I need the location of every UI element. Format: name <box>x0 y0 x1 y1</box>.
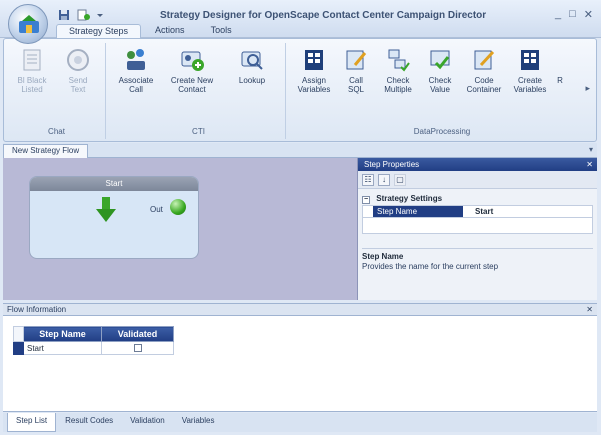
lookup-icon <box>241 51 263 70</box>
step-properties-panel: Step Properties ✕ ☷ ↓ ▢ − Strategy Setti… <box>358 158 597 300</box>
property-value[interactable]: Start <box>463 206 592 217</box>
close-flow-info-icon[interactable]: ✕ <box>586 304 593 315</box>
tab-actions[interactable]: Actions <box>143 24 197 38</box>
lookup-button[interactable]: Lookup <box>230 47 274 85</box>
create-variables-button[interactable]: Create Variables <box>508 47 552 94</box>
out-connector-icon[interactable] <box>170 199 186 215</box>
minimize-button[interactable]: _ <box>555 8 561 21</box>
flow-information-title: Flow Information <box>7 305 67 314</box>
group-label-chat: Chat <box>48 127 65 136</box>
property-key: Step Name <box>373 206 463 217</box>
flow-information-header: Flow Information ✕ <box>3 303 597 316</box>
tab-step-list[interactable]: Step List <box>7 413 57 432</box>
step-node-title: Start <box>30 177 198 191</box>
step-properties-title: Step Properties <box>364 160 420 169</box>
quick-access-toolbar <box>58 9 104 23</box>
ribbon: Bl Black Listed Send Text Chat Associate… <box>3 38 597 142</box>
row-selector[interactable] <box>13 341 24 355</box>
create-contact-icon <box>181 51 204 71</box>
save-icon[interactable] <box>58 9 70 23</box>
tab-new-strategy-flow[interactable]: New Strategy Flow <box>3 144 89 158</box>
group-label-dataprocessing: DataProcessing <box>413 127 471 136</box>
ribbon-group-chat: Bl Black Listed Send Text Chat <box>8 43 106 139</box>
step-out-label: Out <box>150 205 163 214</box>
application-button[interactable] <box>8 4 48 44</box>
category-strategy-settings[interactable]: − Strategy Settings <box>362 193 593 205</box>
check-multiple-button[interactable]: Check Multiple <box>376 47 420 94</box>
description-title: Step Name <box>362 252 404 261</box>
cell-step-name[interactable]: Start <box>23 341 102 355</box>
grid-corner <box>13 326 24 342</box>
ribbon-group-cti: Associate Call Create New Contact Lookup… <box>112 43 286 139</box>
property-description: Step Name Provides the name for the curr… <box>362 248 593 296</box>
ribbon-scroll-icon[interactable]: ▸ <box>585 83 590 94</box>
code-container-button[interactable]: Code Container <box>462 47 506 94</box>
close-button[interactable]: ✕ <box>584 8 593 21</box>
cell-validated[interactable] <box>101 341 174 355</box>
tab-result-codes[interactable]: Result Codes <box>57 413 121 432</box>
blacklist-icon <box>23 49 41 71</box>
step-properties-header: Step Properties ✕ <box>358 158 597 171</box>
send-text-icon <box>67 49 89 71</box>
check-multiple-icon <box>388 49 410 72</box>
document-tabbar: New Strategy Flow ▾ <box>3 143 597 158</box>
flow-information-panel: Step Name Validated Start <box>3 316 597 412</box>
check-value-icon <box>430 50 450 70</box>
app-logo-icon <box>19 15 39 33</box>
column-step-name[interactable]: Step Name <box>23 326 102 342</box>
tab-validation[interactable]: Validation <box>122 413 173 432</box>
collapse-icon[interactable]: − <box>362 196 370 204</box>
maximize-button[interactable]: □ <box>569 8 576 21</box>
blacklist-button[interactable]: Bl Black Listed <box>10 47 54 94</box>
associate-call-button[interactable]: Associate Call <box>114 47 158 94</box>
ribbon-group-dataprocessing: Assign Variables Call SQL Check Multiple… <box>292 43 594 139</box>
call-sql-button[interactable]: Call SQL <box>334 47 378 94</box>
send-text-button[interactable]: Send Text <box>56 47 100 94</box>
window-title: Strategy Designer for OpenScape Contact … <box>160 10 487 21</box>
start-step-node[interactable]: Start Out <box>29 176 199 259</box>
qat-dropdown-icon[interactable] <box>96 9 104 23</box>
assign-variables-button[interactable]: Assign Variables <box>292 47 336 94</box>
create-variables-icon <box>521 50 539 70</box>
tab-strategy-steps[interactable]: Strategy Steps <box>56 24 142 38</box>
down-arrow-icon <box>96 197 116 222</box>
code-container-icon <box>474 50 495 70</box>
properties-toolbar: ☷ ↓ ▢ <box>358 171 597 189</box>
tab-tools[interactable]: Tools <box>199 24 244 38</box>
group-label-cti: CTI <box>192 127 205 136</box>
property-row-step-name[interactable]: Step Name Start <box>362 205 593 218</box>
more-button[interactable]: R <box>550 47 570 85</box>
call-sql-icon <box>346 50 367 70</box>
validated-checkbox[interactable] <box>133 344 142 353</box>
table-row[interactable]: Start <box>13 341 174 355</box>
associate-call-icon <box>127 49 145 70</box>
property-grid-empty <box>362 218 593 234</box>
tab-variables[interactable]: Variables <box>174 413 223 432</box>
create-contact-button[interactable]: Create New Contact <box>170 47 214 94</box>
bottom-tabs: Step List Result Codes Validation Variab… <box>3 413 597 432</box>
description-text: Provides the name for the current step <box>362 262 499 271</box>
assign-variables-icon <box>305 50 323 70</box>
close-properties-icon[interactable]: ✕ <box>586 158 593 171</box>
column-validated[interactable]: Validated <box>101 326 174 342</box>
categorized-icon[interactable]: ☷ <box>362 173 374 186</box>
property-pages-icon[interactable]: ▢ <box>394 173 406 186</box>
alphabetical-icon[interactable]: ↓ <box>378 173 390 186</box>
new-icon[interactable] <box>76 9 90 23</box>
step-list-grid: Step Name Validated Start <box>13 326 174 355</box>
ribbon-tabs: Strategy Steps Actions Tools <box>56 24 244 38</box>
strategy-canvas[interactable]: Start Out <box>3 158 358 300</box>
check-value-button[interactable]: Check Value <box>418 47 462 94</box>
document-menu-icon[interactable]: ▾ <box>589 145 593 154</box>
